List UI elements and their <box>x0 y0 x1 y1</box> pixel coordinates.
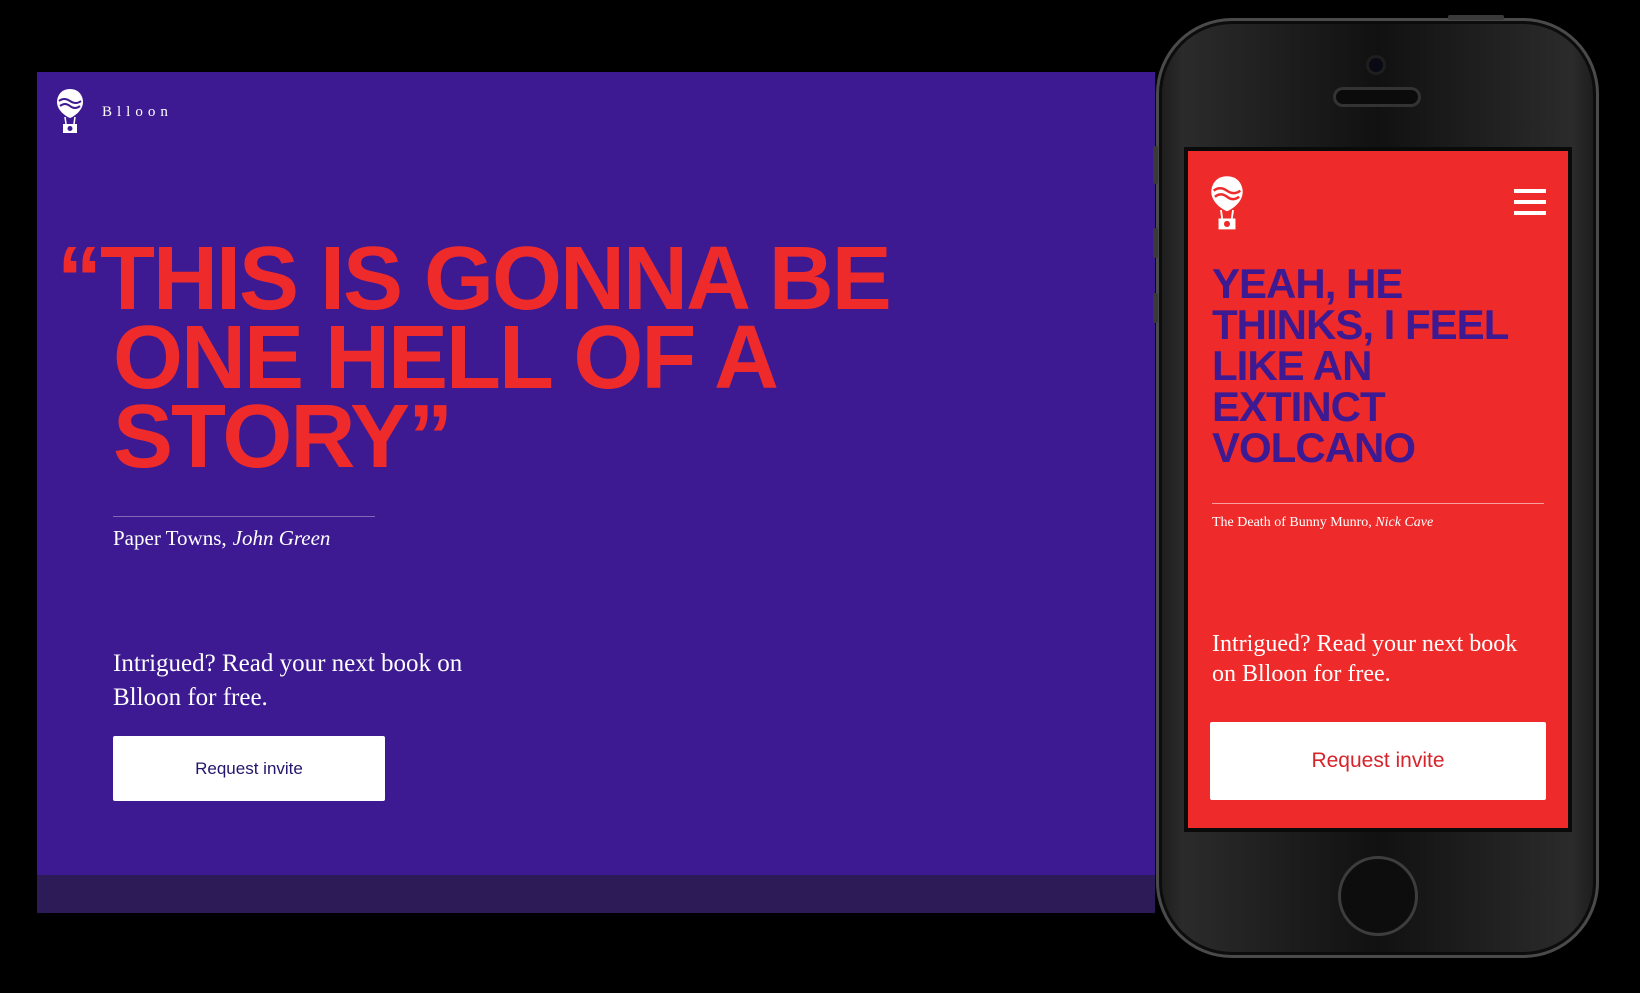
balloon-logo-icon[interactable] <box>1210 175 1244 233</box>
front-camera <box>1369 58 1383 72</box>
mobile-request-invite-button[interactable]: Request invite <box>1210 722 1546 800</box>
featured-quote: “This is gonna be one hell of a story” <box>57 229 892 487</box>
mobile-book-author: Nick Cave <box>1375 515 1434 530</box>
brand[interactable]: Blloon <box>56 88 173 136</box>
footer-band <box>37 875 1155 913</box>
mobile-featured-quote: Yeah, he thinks, I feel like an extinct … <box>1212 260 1509 471</box>
brand-name: Blloon <box>102 103 173 120</box>
mobile-book-title: The Death of Bunny Munro, <box>1212 515 1372 530</box>
pitch-text: Intrigued? Read your next book on Blloon… <box>113 650 463 711</box>
volume-up-button <box>1153 228 1158 258</box>
book-author: John Green <box>232 526 331 550</box>
quote-divider <box>113 516 375 517</box>
mute-switch <box>1153 146 1158 184</box>
power-button <box>1448 15 1504 20</box>
quote-attribution: Paper Towns, John Green <box>113 526 330 551</box>
home-button[interactable] <box>1338 856 1418 936</box>
hamburger-menu-icon[interactable] <box>1514 189 1546 215</box>
book-title: Paper Towns, <box>113 526 227 550</box>
mobile-quote-divider <box>1212 503 1544 504</box>
volume-down-button <box>1153 293 1158 323</box>
request-invite-button[interactable]: Request invite <box>113 736 385 801</box>
mobile-screen: Yeah, he thinks, I feel like an extinct … <box>1188 151 1568 828</box>
phone-mockup: Yeah, he thinks, I feel like an extinct … <box>1153 15 1599 958</box>
earpiece-speaker <box>1336 90 1418 104</box>
desktop-landing-page: Blloon “This is gonna be one hell of a s… <box>37 72 1155 913</box>
balloon-logo-icon <box>57 89 83 133</box>
mobile-quote-attribution: The Death of Bunny Munro, Nick Cave <box>1212 515 1433 531</box>
mobile-pitch-text: Intrigued? Read your next book on Blloon… <box>1212 631 1518 687</box>
